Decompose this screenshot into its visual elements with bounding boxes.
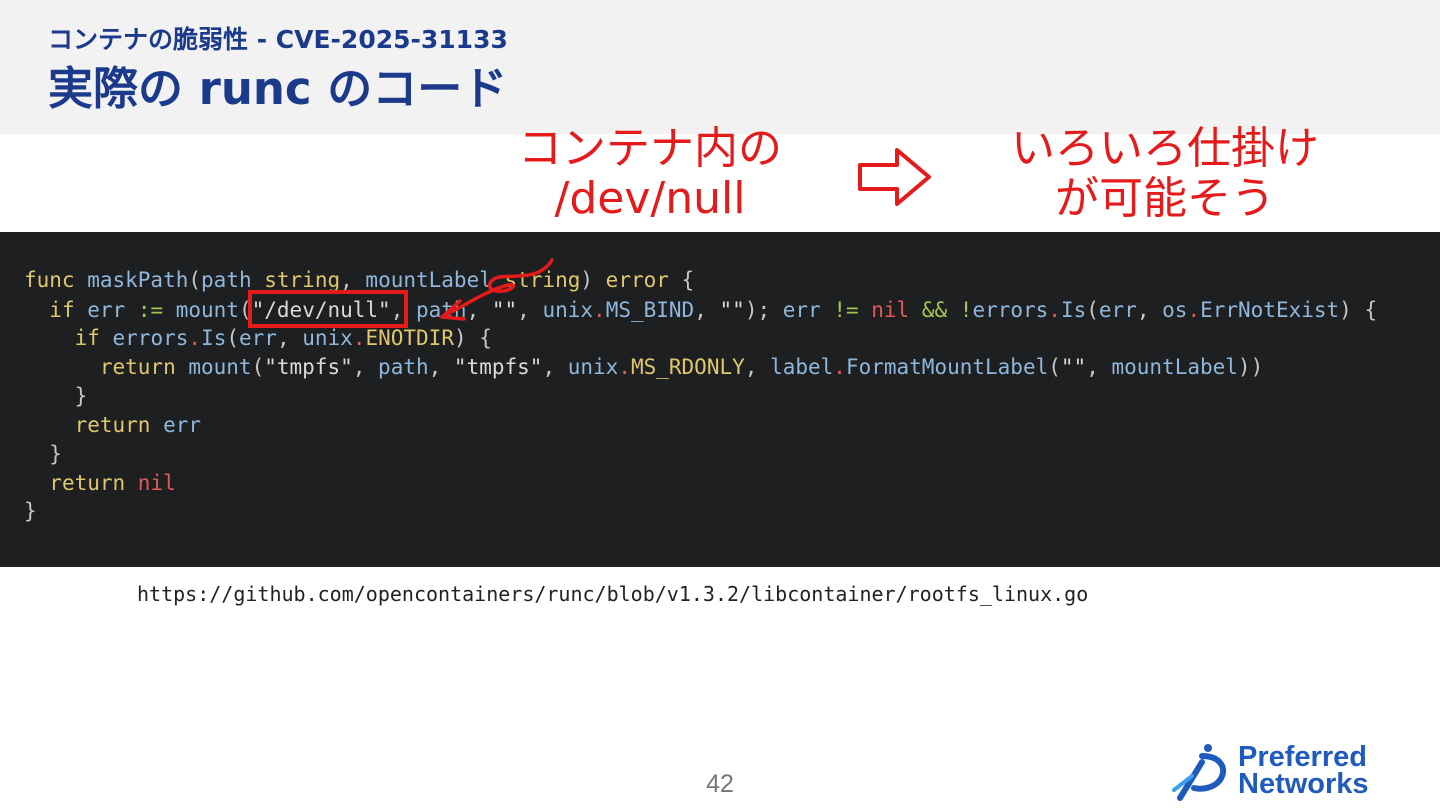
code-token: mountLabel bbox=[1111, 355, 1238, 379]
code-token: return bbox=[49, 471, 126, 495]
code-line: return err bbox=[24, 411, 201, 439]
code-token: MS_RDONLY bbox=[630, 355, 745, 379]
source-url: https://github.com/opencontainers/runc/b… bbox=[137, 582, 1089, 606]
annotation-left-line2: /dev/null bbox=[554, 173, 746, 224]
code-token: ( bbox=[226, 326, 239, 350]
code-token: os bbox=[1162, 298, 1188, 322]
code-token: . bbox=[188, 326, 202, 350]
dev-null-highlight-box bbox=[248, 290, 408, 328]
preferred-networks-logo-icon bbox=[1172, 744, 1227, 801]
code-token: , bbox=[1086, 355, 1112, 379]
code-token: unix bbox=[567, 355, 619, 379]
code-token: err bbox=[150, 413, 202, 437]
code-token: ( bbox=[1048, 355, 1061, 379]
code-token: } bbox=[49, 442, 62, 466]
code-token: } bbox=[24, 499, 37, 523]
code-token: string bbox=[251, 268, 341, 292]
slide-header: コンテナの脆弱性 - CVE-2025-31133 実際の runc のコード bbox=[0, 0, 1440, 134]
page-number: 42 bbox=[706, 770, 734, 798]
code-token: nil bbox=[871, 298, 910, 322]
code-token: ) { bbox=[1339, 298, 1378, 322]
annotation-left-line1: コンテナ内の bbox=[518, 123, 782, 174]
logo-line2: Networks bbox=[1238, 768, 1369, 800]
code-token: ( bbox=[1086, 298, 1099, 322]
code-token: , bbox=[694, 298, 720, 322]
code-token: )) bbox=[1237, 355, 1264, 379]
code-token: && bbox=[909, 298, 960, 322]
code-line: } bbox=[24, 497, 37, 525]
code-token: mount bbox=[175, 355, 252, 379]
code-token: . bbox=[593, 298, 606, 322]
code-token: maskPath bbox=[74, 268, 189, 292]
code-token: ErrNotExist bbox=[1200, 298, 1340, 322]
code-token: } bbox=[74, 384, 88, 408]
code-token: . bbox=[1187, 298, 1201, 322]
code-token: err bbox=[1098, 298, 1137, 322]
code-token: ) bbox=[580, 268, 606, 292]
code-line: } bbox=[24, 440, 62, 468]
code-token: error bbox=[605, 268, 669, 292]
code-token: , bbox=[428, 355, 454, 379]
annotation-right-line2: が可能そう bbox=[1055, 173, 1275, 224]
slide-subtitle: コンテナの脆弱性 - CVE-2025-31133 bbox=[48, 25, 508, 54]
code-token: Is bbox=[1060, 298, 1087, 322]
code-token: if bbox=[49, 298, 75, 322]
code-token: ( bbox=[251, 355, 265, 379]
logo-line1: Preferred bbox=[1238, 741, 1367, 773]
annotation-left: コンテナ内の /dev/null bbox=[490, 124, 810, 224]
code-line: if err := mount("/dev/null", path, "", u… bbox=[24, 296, 1377, 324]
code-token: return bbox=[99, 355, 176, 379]
code-token: := bbox=[125, 298, 176, 322]
code-line: return mount("tmpfs", path, "tmpfs", uni… bbox=[24, 353, 1263, 381]
code-token: ! bbox=[959, 298, 973, 322]
code-token: , bbox=[352, 355, 379, 379]
code-token: , bbox=[744, 355, 771, 379]
code-token: "" bbox=[719, 298, 745, 322]
code-token: "tmpfs" bbox=[453, 355, 543, 379]
code-token: label bbox=[770, 355, 834, 379]
code-token: , bbox=[276, 326, 303, 350]
code-token: , bbox=[542, 355, 568, 379]
code-token: "" bbox=[1060, 355, 1087, 379]
code-line: return nil bbox=[24, 469, 176, 497]
code-line: } bbox=[24, 382, 88, 410]
company-logo-text: Preferred Networks bbox=[1238, 741, 1369, 800]
right-arrow-icon bbox=[858, 148, 931, 206]
code-token: FormatMountLabel bbox=[845, 355, 1049, 379]
code-token: unix bbox=[302, 326, 353, 350]
annotation-right-line1: いろいろ仕掛け bbox=[1011, 123, 1319, 174]
code-token: != bbox=[820, 298, 872, 322]
code-token: Is bbox=[201, 326, 227, 350]
code-token: errors bbox=[972, 298, 1049, 322]
code-token: , bbox=[340, 268, 366, 292]
code-token: "tmpfs" bbox=[264, 355, 353, 379]
code-token: errors bbox=[99, 326, 189, 350]
code-token: mount bbox=[175, 298, 239, 322]
code-token: err bbox=[239, 326, 277, 350]
code-token: . bbox=[1048, 298, 1061, 322]
code-token: return bbox=[74, 413, 151, 437]
annotation-right: いろいろ仕掛け が可能そう bbox=[960, 124, 1370, 224]
code-token: { bbox=[668, 268, 695, 292]
code-token: err bbox=[74, 298, 126, 322]
code-token: , bbox=[1136, 298, 1163, 322]
code-token: nil bbox=[125, 471, 176, 495]
slide-title: 実際の runc のコード bbox=[48, 62, 508, 115]
code-token: if bbox=[74, 326, 100, 350]
code-token: path bbox=[201, 268, 252, 292]
code-token: ); bbox=[744, 298, 783, 322]
code-token: path bbox=[378, 355, 429, 379]
code-token: MS_BIND bbox=[605, 298, 695, 322]
code-token: . bbox=[618, 355, 631, 379]
code-token: ( bbox=[188, 268, 202, 292]
code-token: func bbox=[24, 268, 75, 292]
code-token: . bbox=[352, 326, 366, 350]
code-token: err bbox=[782, 298, 821, 322]
handwritten-arrow-icon bbox=[440, 258, 554, 321]
code-token: . bbox=[833, 355, 846, 379]
